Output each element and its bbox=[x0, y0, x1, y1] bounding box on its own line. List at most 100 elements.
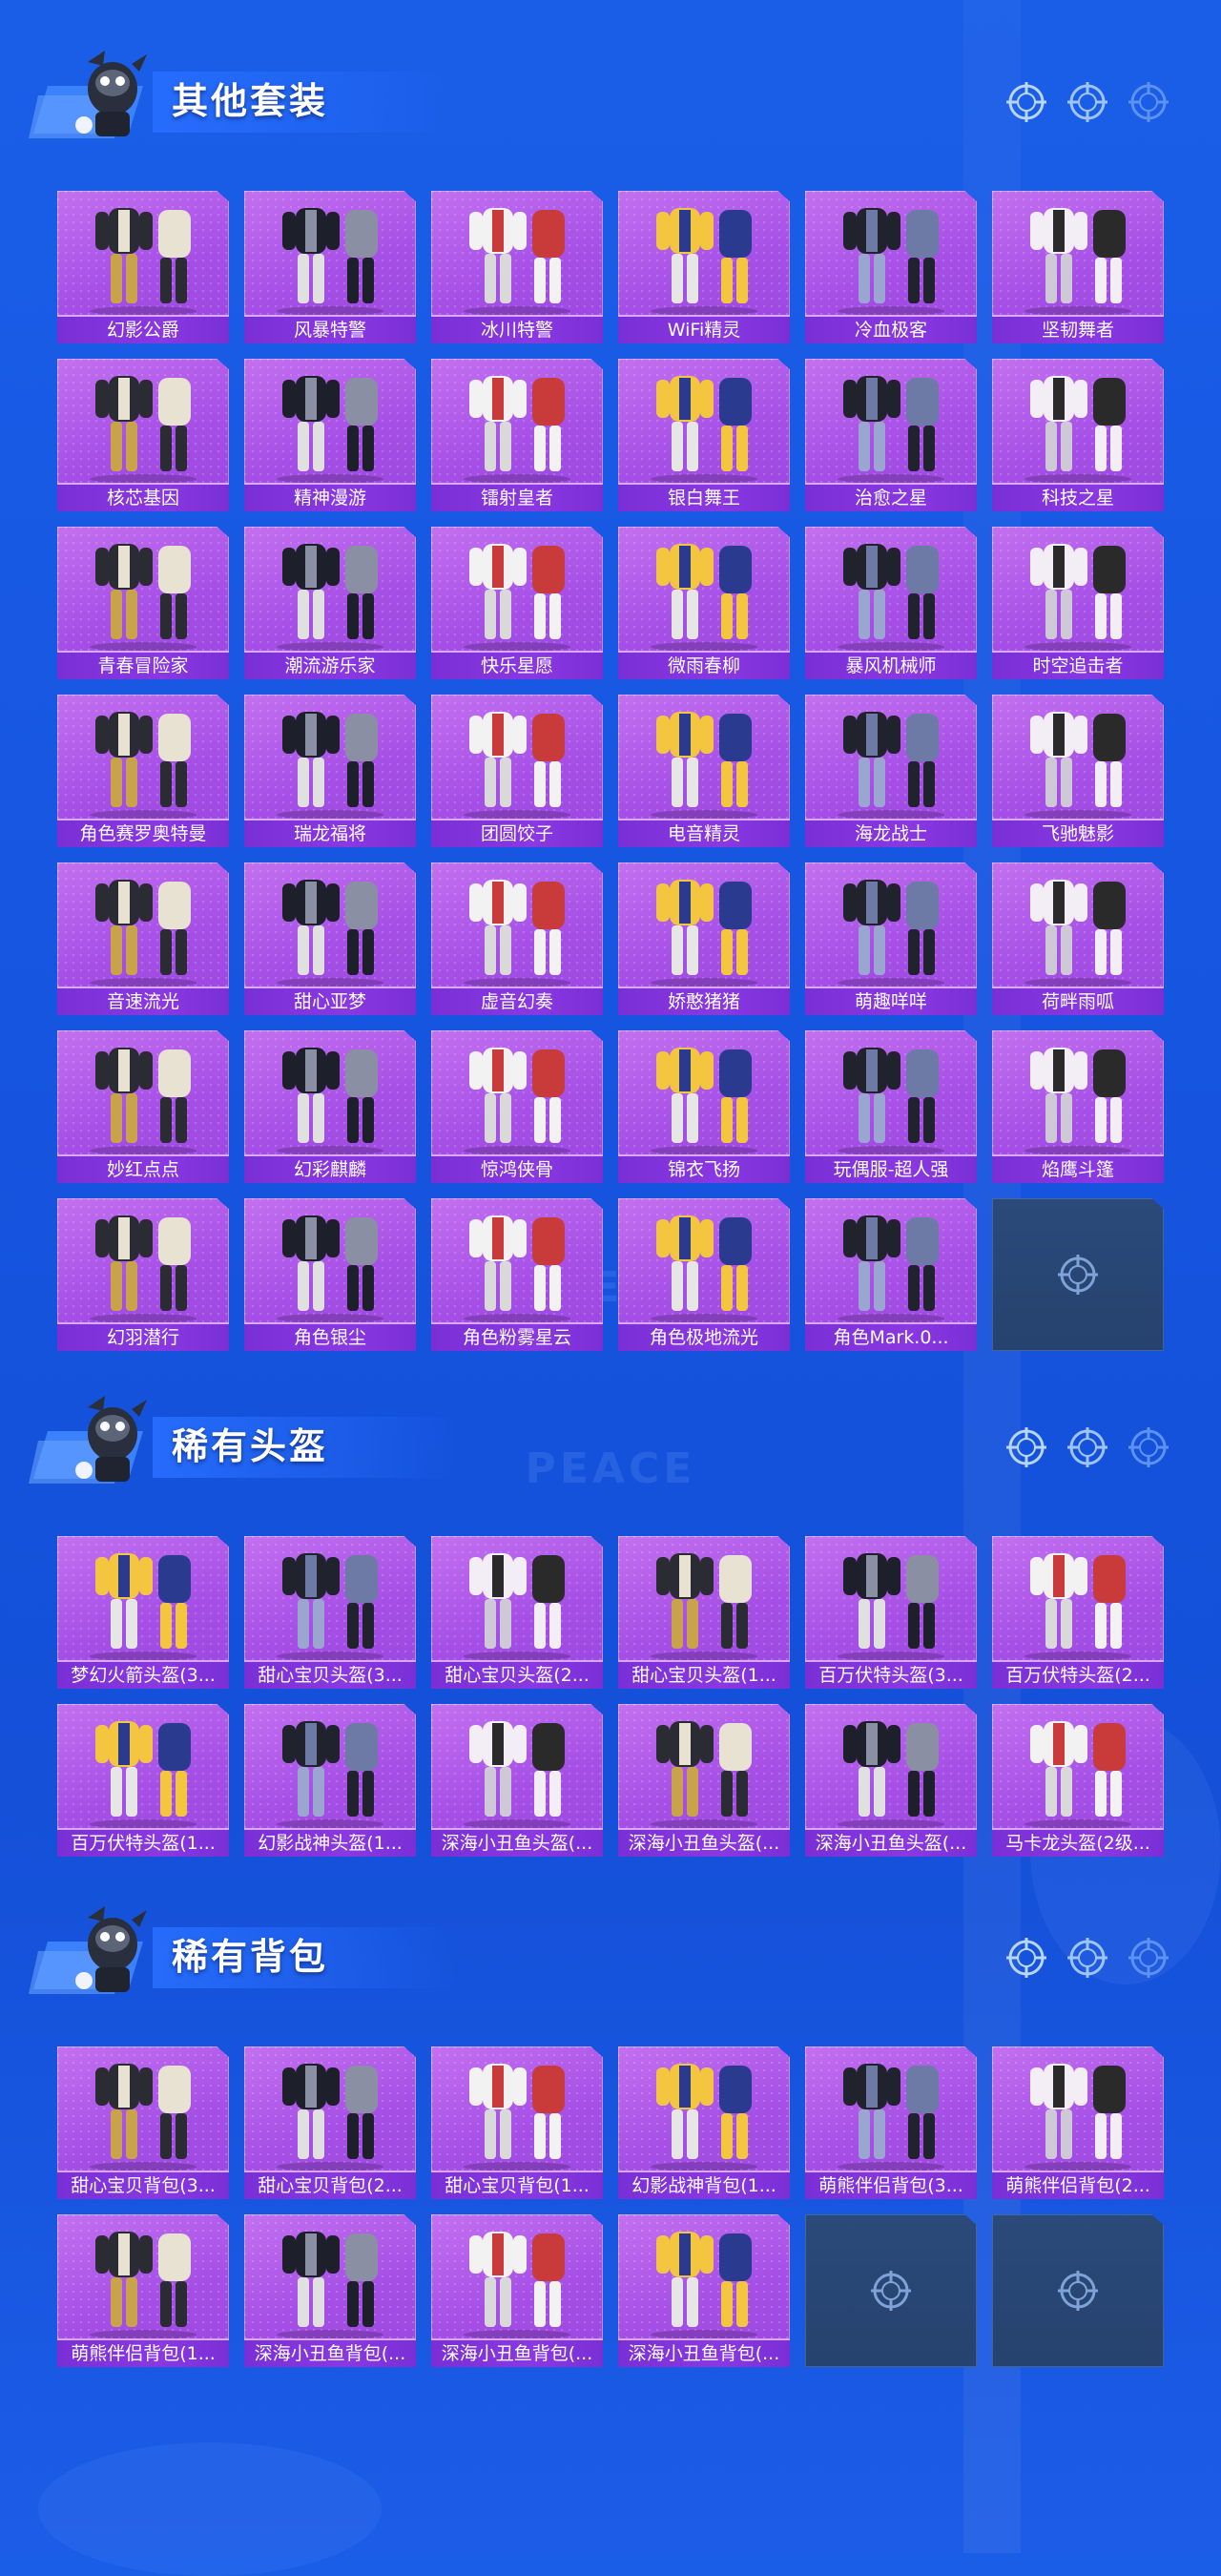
item-card[interactable]: 角色银尘 bbox=[244, 1198, 416, 1351]
item-card[interactable]: 萌熊伴侣背包(2... bbox=[992, 2046, 1164, 2199]
item-name: 团圆饺子 bbox=[431, 819, 603, 847]
item-card[interactable]: 科技之星 bbox=[992, 359, 1164, 511]
item-image bbox=[1024, 208, 1131, 316]
item-card[interactable]: 深海小丑鱼头盔(... bbox=[618, 1704, 790, 1857]
item-card[interactable]: 马卡龙头盔(2级... bbox=[992, 1704, 1164, 1857]
crosshair-target-icon bbox=[1128, 1937, 1169, 1979]
item-card[interactable]: 幻影战神头盔(1... bbox=[244, 1704, 416, 1857]
item-card[interactable]: 飞驰魅影 bbox=[992, 695, 1164, 847]
section-title: 稀有背包 bbox=[172, 1938, 329, 1978]
item-card[interactable]: 深海小丑鱼头盔(... bbox=[805, 1704, 977, 1857]
item-image bbox=[838, 376, 944, 484]
item-card[interactable]: 玩偶服-超人强 bbox=[805, 1030, 977, 1183]
item-card[interactable]: 潮流游乐家 bbox=[244, 527, 416, 679]
item-card[interactable]: 深海小丑鱼头盔(... bbox=[431, 1704, 603, 1857]
item-card[interactable]: 幻羽潜行 bbox=[57, 1198, 229, 1351]
item-card[interactable]: 甜心宝贝背包(1... bbox=[431, 2046, 603, 2199]
item-card[interactable]: 精神漫游 bbox=[244, 359, 416, 511]
item-card[interactable]: 虚音幻奏 bbox=[431, 862, 603, 1015]
crosshair-target-icon bbox=[1005, 1426, 1047, 1468]
item-card[interactable]: 锦衣飞扬 bbox=[618, 1030, 790, 1183]
item-name: 微雨春柳 bbox=[618, 651, 790, 679]
item-card[interactable]: 瑞龙福将 bbox=[244, 695, 416, 847]
item-card[interactable]: 甜心宝贝头盔(1... bbox=[618, 1536, 790, 1689]
item-name: 青春冒险家 bbox=[57, 651, 229, 679]
item-image bbox=[464, 2232, 570, 2339]
item-name: 娇憨猪猪 bbox=[618, 987, 790, 1015]
item-card[interactable]: WiFi精灵 bbox=[618, 191, 790, 343]
item-name: 幻影战神头盔(1... bbox=[244, 1828, 416, 1857]
item-image bbox=[838, 1048, 944, 1155]
item-image bbox=[464, 1215, 570, 1323]
item-card[interactable]: 角色极地流光 bbox=[618, 1198, 790, 1351]
item-image bbox=[651, 1048, 757, 1155]
item-card[interactable]: 青春冒险家 bbox=[57, 527, 229, 679]
item-image bbox=[90, 544, 197, 652]
item-card[interactable]: 甜心宝贝背包(2... bbox=[244, 2046, 416, 2199]
item-name: 科技之星 bbox=[992, 483, 1164, 511]
item-name: 飞驰魅影 bbox=[992, 819, 1164, 847]
item-card[interactable]: 百万伏特头盔(2... bbox=[992, 1536, 1164, 1689]
item-card[interactable]: 惊鸿侠骨 bbox=[431, 1030, 603, 1183]
item-card[interactable]: 萌熊伴侣背包(3... bbox=[805, 2046, 977, 2199]
item-card[interactable]: 深海小丑鱼背包(... bbox=[431, 2214, 603, 2367]
crosshair-target-icon bbox=[1128, 1427, 1169, 1467]
crosshair-target-icon bbox=[1058, 1255, 1098, 1295]
item-card[interactable]: 角色Mark.0... bbox=[805, 1198, 977, 1351]
item-card[interactable]: 微雨春柳 bbox=[618, 527, 790, 679]
item-card[interactable]: 甜心宝贝背包(3... bbox=[57, 2046, 229, 2199]
item-image bbox=[90, 1215, 197, 1323]
item-card[interactable]: 冷血极客 bbox=[805, 191, 977, 343]
item-card[interactable]: 时空追击者 bbox=[992, 527, 1164, 679]
item-name: 百万伏特头盔(3... bbox=[805, 1660, 977, 1689]
item-image bbox=[1024, 1721, 1131, 1829]
item-card[interactable]: 焰鹰斗篷 bbox=[992, 1030, 1164, 1183]
item-name: 萌熊伴侣背包(2... bbox=[992, 2171, 1164, 2199]
crosshair-target-icon bbox=[870, 2270, 912, 2312]
item-image bbox=[277, 208, 383, 316]
item-card[interactable]: 幻彩麒麟 bbox=[244, 1030, 416, 1183]
item-name: 虚音幻奏 bbox=[431, 987, 603, 1015]
item-name: 百万伏特头盔(1... bbox=[57, 1828, 229, 1857]
item-name: 甜心宝贝背包(3... bbox=[57, 2171, 229, 2199]
item-card[interactable]: 梦幻火箭头盔(3... bbox=[57, 1536, 229, 1689]
item-card[interactable]: 电音精灵 bbox=[618, 695, 790, 847]
item-card[interactable]: 银白舞王 bbox=[618, 359, 790, 511]
item-card[interactable]: 音速流光 bbox=[57, 862, 229, 1015]
item-card[interactable]: 妙红点点 bbox=[57, 1030, 229, 1183]
item-card[interactable]: 治愈之星 bbox=[805, 359, 977, 511]
item-image bbox=[651, 544, 757, 652]
item-card[interactable]: 萌趣咩咩 bbox=[805, 862, 977, 1015]
item-card[interactable]: 幻影公爵 bbox=[57, 191, 229, 343]
item-card[interactable]: 海龙战士 bbox=[805, 695, 977, 847]
item-card[interactable]: 甜心亚梦 bbox=[244, 862, 416, 1015]
item-card[interactable]: 深海小丑鱼背包(... bbox=[618, 2214, 790, 2367]
item-card[interactable]: 甜心宝贝头盔(3... bbox=[244, 1536, 416, 1689]
item-card[interactable]: 镭射皇者 bbox=[431, 359, 603, 511]
item-name: 深海小丑鱼背包(... bbox=[244, 2338, 416, 2367]
item-card[interactable]: 娇憨猪猪 bbox=[618, 862, 790, 1015]
crosshair-target-icon bbox=[1128, 1426, 1169, 1468]
item-card[interactable]: 百万伏特头盔(1... bbox=[57, 1704, 229, 1857]
item-card[interactable]: 萌熊伴侣背包(1... bbox=[57, 2214, 229, 2367]
item-card[interactable]: 甜心宝贝头盔(2... bbox=[431, 1536, 603, 1689]
item-card[interactable]: 快乐星愿 bbox=[431, 527, 603, 679]
item-name: 幻羽潜行 bbox=[57, 1322, 229, 1351]
item-card[interactable]: 荷畔雨呱 bbox=[992, 862, 1164, 1015]
item-card[interactable]: 风暴特警 bbox=[244, 191, 416, 343]
item-image bbox=[277, 2232, 383, 2339]
item-card[interactable]: 角色赛罗奥特曼 bbox=[57, 695, 229, 847]
item-name: 核芯基因 bbox=[57, 483, 229, 511]
item-image bbox=[838, 880, 944, 987]
item-card[interactable]: 团圆饺子 bbox=[431, 695, 603, 847]
item-card[interactable]: 坚韧舞者 bbox=[992, 191, 1164, 343]
item-card[interactable]: 冰川特警 bbox=[431, 191, 603, 343]
item-card[interactable]: 暴风机械师 bbox=[805, 527, 977, 679]
item-image bbox=[277, 376, 383, 484]
item-card[interactable]: 深海小丑鱼背包(... bbox=[244, 2214, 416, 2367]
item-image bbox=[651, 2232, 757, 2339]
item-card[interactable]: 幻影战神背包(1... bbox=[618, 2046, 790, 2199]
item-card[interactable]: 核芯基因 bbox=[57, 359, 229, 511]
item-card[interactable]: 角色粉雾星云 bbox=[431, 1198, 603, 1351]
item-card[interactable]: 百万伏特头盔(3... bbox=[805, 1536, 977, 1689]
